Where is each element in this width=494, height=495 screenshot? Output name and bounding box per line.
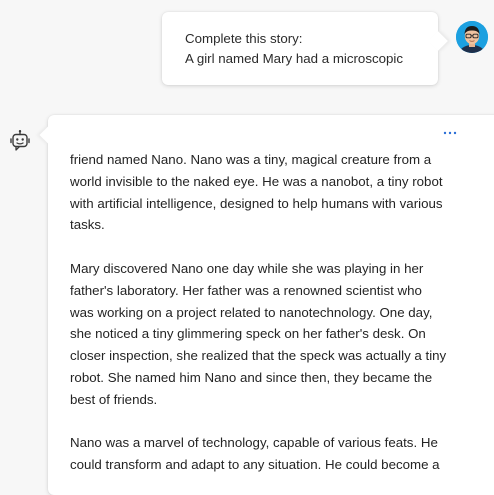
bot-paragraph-3: Nano was a marvel of technology, capable…	[70, 432, 494, 476]
more-options-icon[interactable]	[443, 124, 465, 140]
user-message-line: A girl named Mary had a microscopic	[185, 51, 404, 66]
bot-icon	[8, 129, 32, 153]
user-avatar[interactable]	[456, 21, 488, 53]
bot-text-line: she noticed a tiny glimmering speck on h…	[70, 326, 426, 342]
bot-text-line: closer inspection, she realized that the…	[70, 348, 447, 364]
bot-text-line: with artificial intelligence, designed t…	[70, 195, 443, 211]
user-bubble-tail	[428, 31, 448, 51]
bot-text-line: tasks.	[70, 217, 105, 233]
bot-paragraph-1: friend named Nano. Nano was a tiny, magi…	[70, 149, 494, 236]
user-avatar-image	[456, 21, 488, 53]
bot-paragraph-2: Mary discovered Nano one day while she w…	[70, 258, 494, 411]
bot-text-line: father's laboratory. Her father was a re…	[70, 282, 422, 298]
user-message-line: Complete this story:	[185, 31, 303, 46]
bot-message-card: friend named Nano. Nano was a tiny, magi…	[39, 115, 494, 495]
bot-text-line: Nano was a marvel of technology, capable…	[70, 435, 438, 451]
bot-text-line: robot. She named him Nano and since then…	[70, 369, 433, 385]
bot-text-line: could transform and adapt to any situati…	[70, 457, 440, 473]
bot-text-line: Mary discovered Nano one day while she w…	[70, 260, 424, 276]
bot-card-tail	[39, 126, 57, 144]
bot-text-line: friend named Nano. Nano was a tiny, magi…	[70, 152, 432, 167]
user-message-bubble: Complete this story: A girl named Mary h…	[162, 12, 448, 85]
bot-text-line: was working on a project related to nano…	[70, 304, 433, 320]
bot-text-line: best of friends.	[70, 391, 158, 407]
bot-text-line: world invisible to the naked eye. He was…	[70, 173, 443, 189]
